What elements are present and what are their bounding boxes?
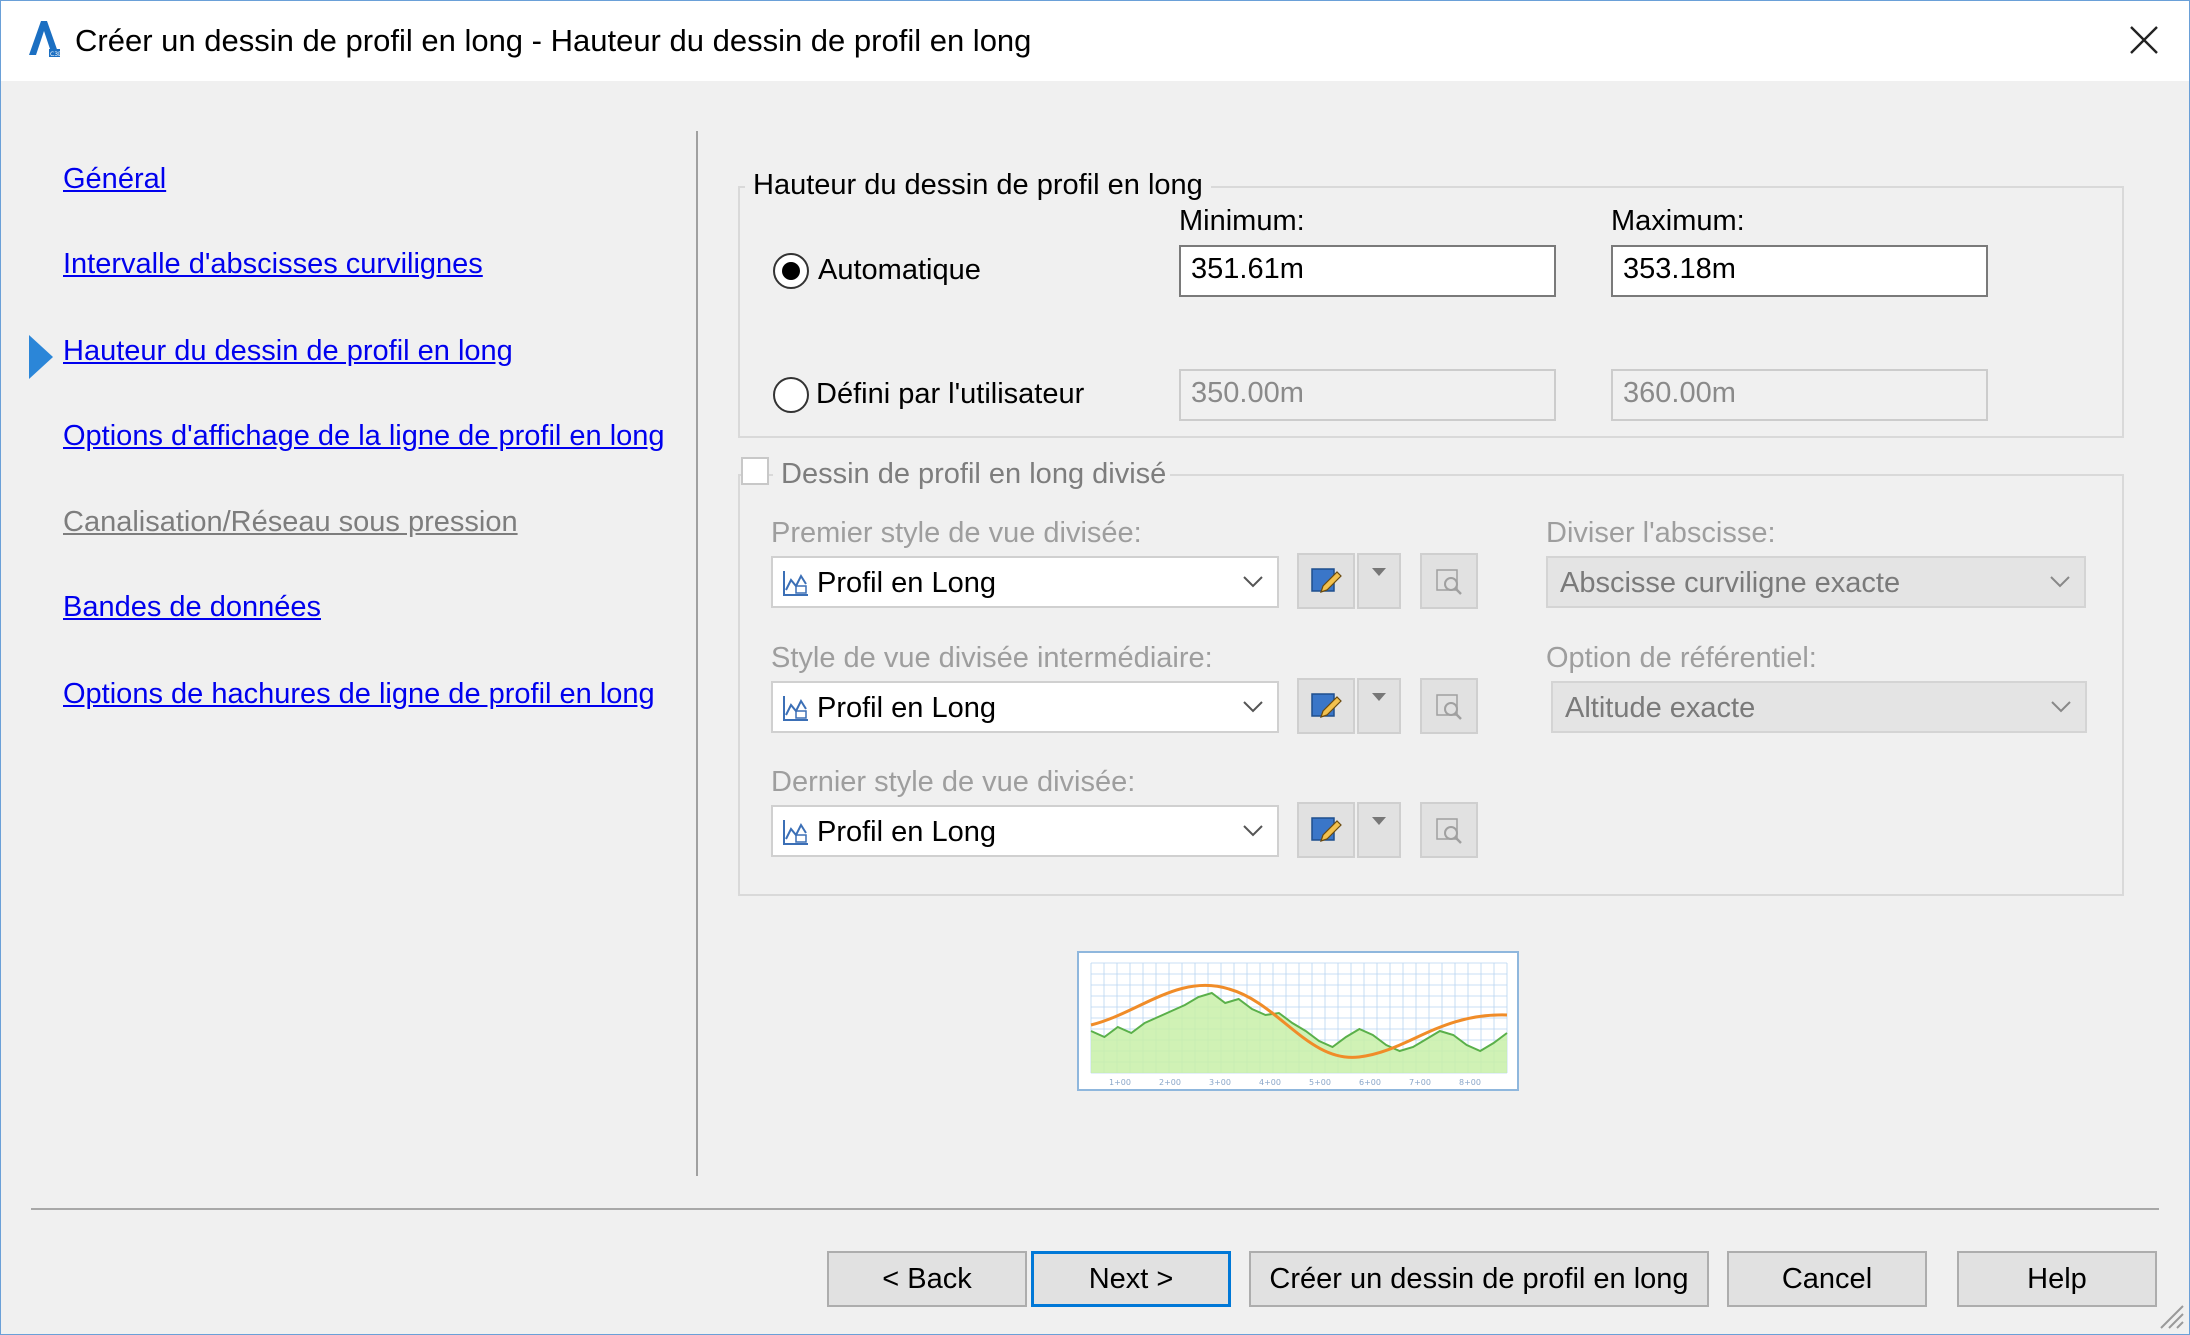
user-defined-maximum-field: 360.00m — [1611, 369, 1988, 421]
profile-view-style-icon — [783, 571, 808, 596]
vertical-divider — [696, 131, 698, 1176]
wizard-navigation: Général Intervalle d'abscisses curvilign… — [1, 81, 696, 1181]
preview-station-label: 7+00 — [1409, 1078, 1431, 1087]
last-style-select[interactable]: Profil en Long — [771, 805, 1279, 857]
last-style-value: Profil en Long — [817, 816, 996, 848]
middle-style-label: Style de vue divisée intermédiaire: — [771, 642, 1213, 674]
profile-view-style-icon — [783, 820, 808, 845]
datum-option-label: Option de référentiel: — [1546, 642, 1817, 674]
magnify-preview-icon — [1436, 694, 1462, 720]
middle-style-dropdown-button — [1357, 678, 1401, 734]
split-group-title[interactable]: Dessin de profil en long divisé — [773, 458, 1171, 491]
next-button[interactable]: Next > — [1031, 1251, 1231, 1307]
preview-station-label: 8+00 — [1459, 1078, 1481, 1087]
close-icon — [2130, 26, 2158, 54]
split-station-select: Abscisse curviligne exacte — [1546, 556, 2086, 608]
user-defined-radio-label[interactable]: Défini par l'utilisateur — [816, 378, 1084, 411]
datum-option-value: Altitude exacte — [1565, 692, 1756, 724]
automatic-radio-label[interactable]: Automatique — [818, 254, 981, 287]
split-view-checkbox[interactable] — [741, 457, 769, 485]
middle-style-edit-button — [1297, 678, 1355, 734]
middle-style-select[interactable]: Profil en Long — [771, 681, 1279, 733]
first-style-label: Premier style de vue divisée: — [771, 517, 1142, 549]
create-profile-view-button[interactable]: Créer un dessin de profil en long — [1249, 1251, 1709, 1307]
minimum-label: Minimum: — [1179, 205, 1305, 237]
magnify-preview-icon — [1436, 818, 1462, 844]
split-station-value: Abscisse curviligne exacte — [1560, 567, 1901, 599]
resize-grip-icon[interactable] — [2155, 1300, 2185, 1330]
preview-station-label: 6+00 — [1359, 1078, 1381, 1087]
maximum-label: Maximum: — [1611, 205, 1745, 237]
first-style-edit-button — [1297, 553, 1355, 609]
current-step-arrow-icon — [29, 335, 53, 379]
window-title: Créer un dessin de profil en long - Haut… — [75, 23, 1032, 58]
chevron-down-icon[interactable] — [1229, 558, 1277, 606]
last-style-preview-button — [1420, 802, 1478, 858]
preview-station-label: 4+00 — [1259, 1078, 1281, 1087]
split-station-label: Diviser l'abscisse: — [1546, 517, 1776, 549]
chevron-down-icon — [2037, 683, 2085, 731]
height-group-title: Hauteur du dessin de profil en long — [745, 169, 1211, 202]
back-button[interactable]: < Back — [827, 1251, 1027, 1307]
preview-station-label: 3+00 — [1209, 1078, 1231, 1087]
middle-style-preview-button — [1420, 678, 1478, 734]
user-defined-radio[interactable] — [773, 377, 809, 413]
nav-item-profile-display-options[interactable]: Options d'affichage de la ligne de profi… — [63, 420, 665, 453]
datum-option-select: Altitude exacte — [1551, 681, 2087, 733]
preview-station-label: 1+00 — [1109, 1078, 1131, 1087]
first-style-preview-button — [1420, 553, 1478, 609]
nav-item-data-bands[interactable]: Bandes de données — [63, 591, 321, 624]
profile-view-preview: 1+00 2+00 3+00 4+00 5+00 6+00 7+00 8+00 — [1077, 951, 1519, 1091]
caret-down-icon — [1372, 568, 1386, 576]
nav-item-general[interactable]: Général — [63, 163, 166, 196]
edit-style-icon — [1311, 693, 1342, 718]
automatic-maximum-field[interactable]: 353.18m — [1611, 245, 1988, 297]
title-bar: C3D Créer un dessin de profil en long - … — [1, 1, 2189, 81]
edit-style-icon — [1311, 568, 1342, 593]
chevron-down-icon — [2036, 558, 2084, 606]
middle-style-value: Profil en Long — [817, 692, 996, 724]
first-style-dropdown-button — [1357, 553, 1401, 609]
user-defined-minimum-field: 350.00m — [1179, 369, 1556, 421]
help-button[interactable]: Help — [1957, 1251, 2157, 1307]
profile-view-style-icon — [783, 696, 808, 721]
profile-preview-graphic: 1+00 2+00 3+00 4+00 5+00 6+00 7+00 8+00 — [1090, 962, 1508, 1087]
close-button[interactable] — [2119, 15, 2169, 65]
last-style-label: Dernier style de vue divisée: — [771, 766, 1136, 798]
svg-text:C3D: C3D — [50, 51, 61, 58]
nav-item-pipe-network: Canalisation/Réseau sous pression — [63, 506, 518, 538]
nav-item-station-range[interactable]: Intervalle d'abscisses curvilignes — [63, 248, 483, 281]
preview-station-label: 5+00 — [1309, 1078, 1331, 1087]
horizontal-divider — [31, 1208, 2159, 1210]
chevron-down-icon[interactable] — [1229, 683, 1277, 731]
preview-station-label: 2+00 — [1159, 1078, 1181, 1087]
cancel-button[interactable]: Cancel — [1727, 1251, 1927, 1307]
nav-item-hatch-options[interactable]: Options de hachures de ligne de profil e… — [63, 678, 655, 711]
last-style-dropdown-button — [1357, 802, 1401, 858]
dialog-window: C3D Créer un dessin de profil en long - … — [0, 0, 2190, 1335]
civil3d-app-icon: C3D — [29, 21, 61, 58]
automatic-minimum-field[interactable]: 351.61m — [1179, 245, 1556, 297]
chevron-down-icon[interactable] — [1229, 807, 1277, 855]
first-style-select[interactable]: Profil en Long — [771, 556, 1279, 608]
magnify-preview-icon — [1436, 569, 1462, 595]
edit-style-icon — [1311, 817, 1342, 842]
automatic-radio[interactable] — [773, 253, 809, 289]
nav-item-profile-view-height[interactable]: Hauteur du dessin de profil en long — [63, 335, 513, 368]
first-style-value: Profil en Long — [817, 567, 996, 599]
caret-down-icon — [1372, 817, 1386, 825]
last-style-edit-button — [1297, 802, 1355, 858]
caret-down-icon — [1372, 693, 1386, 701]
